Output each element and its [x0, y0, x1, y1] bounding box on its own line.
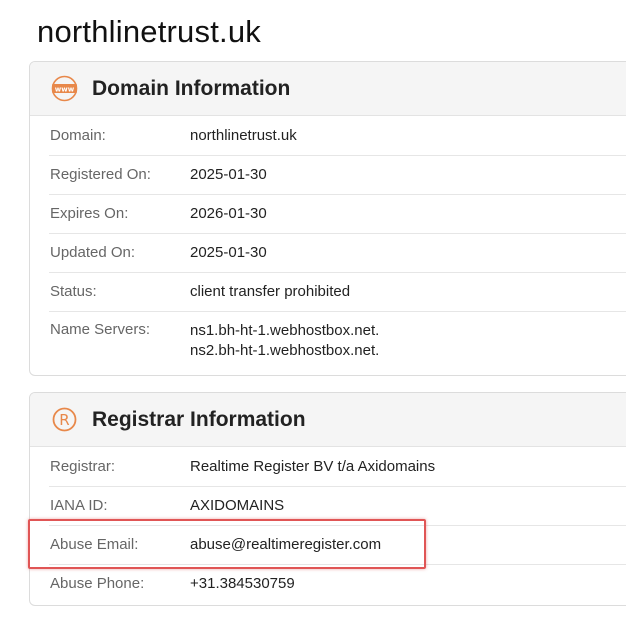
row-value: northlinetrust.uk [190, 126, 297, 144]
row-value: Realtime Register BV t/a Axidomains [190, 457, 436, 475]
svg-text:R: R [59, 411, 69, 429]
svg-text:www: www [55, 85, 75, 93]
page-title: northlinetrust.uk [37, 14, 261, 49]
info-row-registered-on: Registered On: 2025-01-30 [30, 155, 626, 194]
registered-trademark-icon: R [51, 406, 78, 433]
info-row-expires-on: Expires On: 2026-01-30 [30, 194, 626, 233]
row-label: Registered On: [50, 166, 151, 183]
row-label: Updated On: [50, 244, 136, 261]
domain-information-card: www Domain Information Domain: northline… [29, 61, 626, 376]
abuse-email-highlight-box [28, 519, 426, 569]
row-value: +31.384530759 [190, 574, 295, 592]
row-value: client transfer prohibited [190, 282, 351, 300]
info-row-registrar: Registrar: Realtime Register BV t/a Axid… [30, 447, 626, 486]
row-label: Expires On: [50, 205, 129, 222]
registrar-card-header: R Registrar Information [30, 393, 626, 447]
info-row-domain: Domain: northlinetrust.uk [30, 116, 626, 155]
name-server: ns2.bh-ht-1.webhostbox.net. [190, 342, 380, 359]
row-label: Status: [50, 283, 97, 300]
row-label: Name Servers: [50, 321, 151, 338]
info-row-status: Status: client transfer prohibited [30, 272, 626, 311]
row-value: AXIDOMAINS [190, 496, 285, 514]
row-label: Abuse Phone: [50, 575, 145, 592]
row-label: Domain: [50, 127, 106, 144]
row-value: 2025-01-30 [190, 165, 267, 183]
www-globe-icon: www [51, 75, 78, 102]
row-value: 2025-01-30 [190, 243, 267, 261]
row-label: IANA ID: [50, 497, 108, 514]
name-server: ns1.bh-ht-1.webhostbox.net. [190, 322, 380, 339]
registrar-card-title: Registrar Information [92, 407, 306, 431]
info-row-name-servers: Name Servers: ns1.bh-ht-1.webhostbox.net… [30, 311, 626, 373]
info-row-abuse-phone: Abuse Phone: +31.384530759 [30, 564, 626, 603]
row-value: 2026-01-30 [190, 204, 267, 222]
name-servers-list: ns1.bh-ht-1.webhostbox.net. ns2.bh-ht-1.… [190, 321, 379, 361]
domain-card-title: Domain Information [92, 76, 291, 100]
domain-card-header: www Domain Information [30, 62, 626, 116]
info-row-updated-on: Updated On: 2025-01-30 [30, 233, 626, 272]
row-label: Registrar: [50, 458, 116, 475]
registrar-information-card: R Registrar Information Registrar: Realt… [29, 392, 626, 606]
